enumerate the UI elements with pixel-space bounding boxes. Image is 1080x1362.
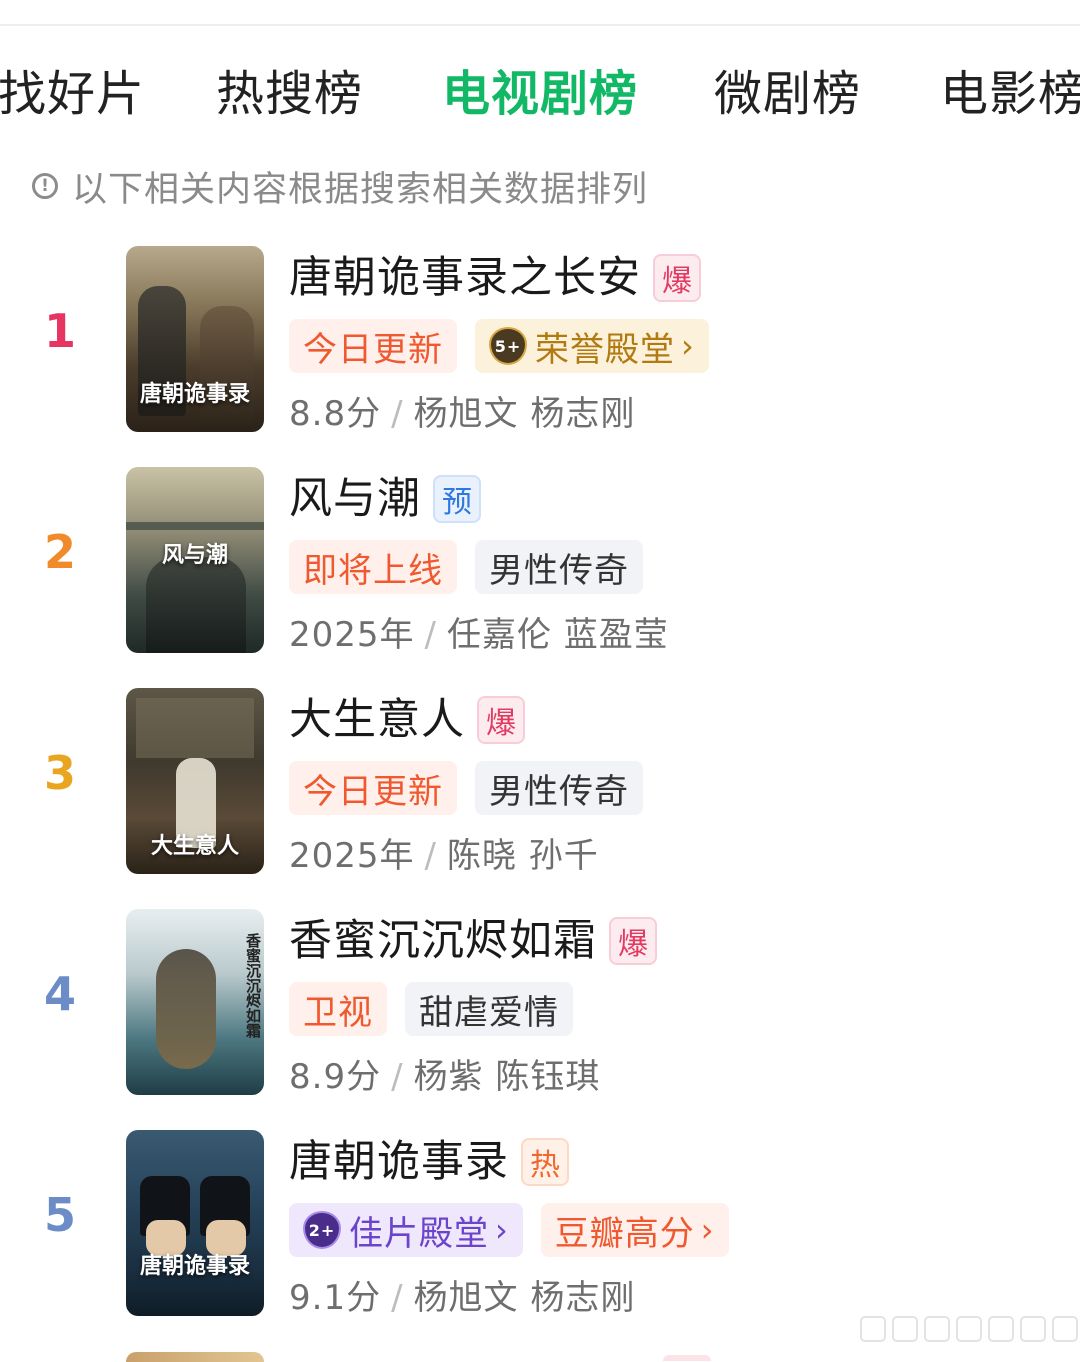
notice-text: 以下相关内容根据搜索相关数据排列: [72, 169, 649, 210]
next-poster-partial: [126, 1352, 264, 1362]
poster-title: 唐朝诡事录: [139, 381, 250, 407]
ranking-notice: ! 以下相关内容根据搜索相关数据排列: [32, 163, 649, 210]
rating: 8.8分: [289, 394, 382, 434]
meta-separator: /: [391, 1278, 404, 1318]
poster-title: 风与潮: [161, 542, 228, 568]
show-meta: 8.9分 / 杨紫 陈钰琪: [289, 1049, 600, 1098]
poster-thumbnail[interactable]: 香蜜沉沉烬如霜: [126, 909, 264, 1095]
genre-tag: 男性传奇: [475, 540, 643, 594]
tab-movies[interactable]: 电影榜: [940, 55, 1080, 133]
show-title[interactable]: 唐朝诡事录之长安: [289, 252, 641, 304]
channel-tag: 卫视: [289, 982, 387, 1036]
hot-flag-badge: 爆: [477, 696, 525, 744]
rank-number: 3: [43, 746, 76, 800]
update-tag: 今日更新: [289, 319, 457, 373]
honor-hall-tag[interactable]: 5+ 荣誉殿堂 ›: [475, 319, 709, 373]
next-flag-partial: [663, 1355, 711, 1361]
genre-tag: 男性传奇: [475, 761, 643, 815]
list-item[interactable]: 1 唐朝诡事录 唐朝诡事录之长安 爆 今日更新 5+ 荣誉殿堂 › 8.8分 / 杨…: [0, 246, 1080, 435]
watermark-square: [1052, 1316, 1078, 1342]
show-title[interactable]: 风与潮: [289, 473, 421, 525]
hall-badge-icon: 2+: [303, 1211, 341, 1249]
watermark-squares: [860, 1316, 1080, 1342]
category-tabs: 找好片 热搜榜 电视剧榜 微剧榜 电影榜: [0, 55, 1080, 135]
douban-high-score-label: 豆瓣高分: [554, 1213, 695, 1254]
poster-thumbnail[interactable]: 风与潮: [126, 467, 264, 653]
poster-thumbnail[interactable]: 唐朝诡事录: [126, 246, 264, 432]
tab-tv-series[interactable]: 电视剧榜: [442, 55, 638, 133]
poster-title: 大生意人: [150, 833, 239, 859]
show-title[interactable]: 香蜜沉沉烬如霜: [289, 915, 597, 967]
show-meta: 2025年 / 任嘉伦 蓝盈莹: [289, 607, 669, 656]
chevron-right-icon: ›: [681, 327, 695, 365]
cast: 陈晓 孙千: [447, 836, 599, 876]
hot-flag-badge: 热: [521, 1138, 569, 1186]
meta-separator: /: [391, 394, 404, 434]
list-item[interactable]: 2 风与潮 风与潮 预 即将上线 男性传奇 2025年 / 任嘉伦 蓝盈莹: [0, 467, 1080, 656]
hall-of-fame-label: 佳片殿堂: [349, 1213, 489, 1254]
meta-separator: /: [424, 836, 437, 876]
meta-separator: /: [424, 615, 437, 655]
genre-tag: 甜虐爱情: [405, 982, 573, 1036]
poster-thumbnail[interactable]: 大生意人: [126, 688, 264, 874]
poster-title: 香蜜沉沉烬如霜: [244, 933, 262, 1038]
chevron-right-icon: ›: [495, 1211, 509, 1249]
list-item[interactable]: 4 香蜜沉沉烬如霜 香蜜沉沉烬如霜 爆 卫视 甜虐爱情 8.9分 / 杨紫 陈钰琪: [0, 909, 1080, 1098]
meta-separator: /: [391, 1057, 404, 1097]
hot-flag-badge: 爆: [653, 254, 701, 302]
show-meta: 8.8分 / 杨旭文 杨志刚: [289, 386, 635, 435]
update-tag: 今日更新: [289, 761, 457, 815]
top-divider: [0, 24, 1080, 26]
watermark-square: [924, 1316, 950, 1342]
tab-micro-drama[interactable]: 微剧榜: [714, 55, 861, 133]
chevron-right-icon: ›: [700, 1211, 715, 1249]
year: 2025年: [289, 615, 415, 655]
rating: 8.9分: [289, 1057, 382, 1097]
list-item[interactable]: 3 大生意人 大生意人 爆 今日更新 男性传奇 2025年 / 陈晓 孙千: [0, 688, 1080, 877]
poster-thumbnail[interactable]: 唐朝诡事录: [126, 1130, 264, 1316]
rating: 9.1分: [289, 1278, 382, 1318]
rank-number: 4: [43, 967, 76, 1021]
cast: 杨旭文 杨志刚: [413, 394, 636, 434]
show-meta: 2025年 / 陈晓 孙千: [289, 828, 599, 877]
tab-hot-search[interactable]: 热搜榜: [216, 55, 363, 133]
watermark-square: [1020, 1316, 1046, 1342]
rank-number: 1: [43, 304, 76, 358]
rank-number: 2: [43, 525, 76, 579]
watermark-square: [988, 1316, 1014, 1342]
rank-number: 5: [43, 1188, 76, 1242]
year: 2025年: [289, 836, 415, 876]
show-title[interactable]: 唐朝诡事录: [289, 1136, 509, 1188]
watermark-square: [956, 1316, 982, 1342]
watermark-square: [892, 1316, 918, 1342]
cast: 杨旭文 杨志刚: [413, 1278, 636, 1318]
poster-title: 唐朝诡事录: [139, 1253, 250, 1279]
tab-find-good-shows[interactable]: 找好片: [0, 55, 145, 133]
list-item[interactable]: 5 唐朝诡事录 唐朝诡事录 热 2+ 佳片殿堂 › 豆瓣高分 › 9.1分 / 杨旭…: [0, 1130, 1080, 1319]
honor-badge-icon: 5+: [489, 327, 527, 365]
hall-of-fame-tag[interactable]: 2+ 佳片殿堂 ›: [289, 1203, 523, 1257]
hot-flag-badge: 爆: [609, 917, 657, 965]
show-meta: 9.1分 / 杨旭文 杨志刚: [289, 1270, 635, 1319]
douban-high-score-tag[interactable]: 豆瓣高分 ›: [540, 1203, 729, 1257]
upcoming-tag: 即将上线: [289, 540, 457, 594]
watermark-square: [860, 1316, 886, 1342]
show-title[interactable]: 大生意人: [289, 694, 465, 746]
cast: 杨紫 陈钰琪: [413, 1057, 601, 1097]
honor-hall-label: 荣誉殿堂: [535, 329, 675, 370]
cast: 任嘉伦 蓝盈莹: [447, 615, 669, 655]
info-icon: !: [32, 173, 58, 199]
preview-flag-badge: 预: [433, 475, 481, 523]
